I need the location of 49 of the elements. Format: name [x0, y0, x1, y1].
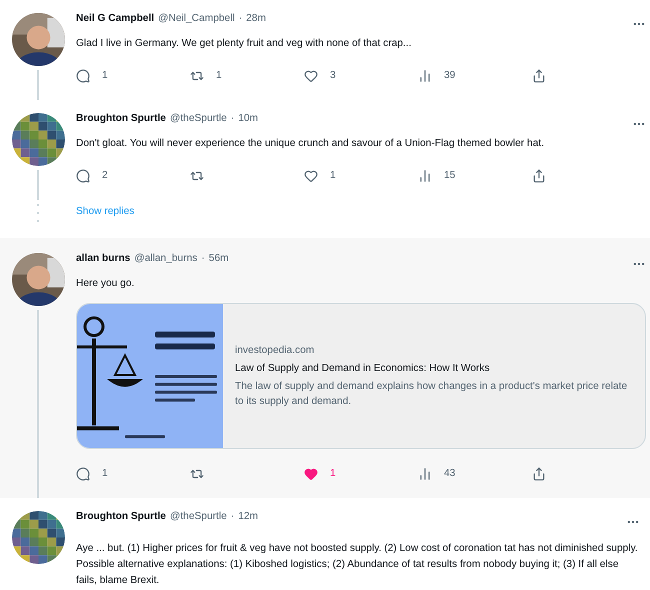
reply-button[interactable]: 1	[76, 466, 190, 482]
card-description: The law of supply and demand explains how changes in a product's market price relate to its supply and demand.	[235, 380, 628, 409]
post-text: Glad I live in Germany. We get plenty fruit and veg with none of that crap...	[76, 37, 412, 51]
share-icon	[532, 169, 546, 183]
like-button[interactable]: 3	[304, 68, 418, 84]
post-time[interactable]: 10m	[238, 111, 258, 126]
author-name[interactable]: Broughton Spurtle	[76, 111, 166, 126]
share-icon	[532, 69, 546, 83]
author-name[interactable]: Broughton Spurtle	[76, 509, 166, 524]
card-domain: investopedia.com	[235, 344, 316, 358]
views-button[interactable]: 39	[418, 68, 532, 84]
separator-dot: ·	[238, 12, 242, 26]
share-icon	[532, 467, 546, 481]
reply-icon	[76, 69, 90, 83]
author-handle[interactable]: @theSpurtle	[170, 111, 227, 126]
author-name[interactable]: Neil G Campbell	[76, 11, 154, 26]
reply-icon	[76, 169, 90, 183]
post-time[interactable]: 28m	[246, 11, 266, 26]
author-handle[interactable]: @Neil_Campbell	[158, 11, 235, 26]
repost-icon	[190, 169, 204, 183]
link-card[interactable]: investopedia.com Law of Supply and Demand in Economics: How It Works The law of supply and demand explains how changes in a product's market price relate to its supply and demand.	[76, 303, 646, 449]
card-title: Law of Supply and Demand in Economics: How It Works	[235, 362, 491, 376]
views-icon	[418, 467, 432, 481]
author-handle[interactable]: @allan_burns	[134, 251, 198, 266]
post-time[interactable]: 12m	[238, 509, 258, 524]
author-name[interactable]: allan burns	[76, 251, 130, 266]
post-text: Don't gloat. You will never experience the unique crunch and savour of a Union-Flag themed bowler hat.	[76, 137, 546, 151]
views-icon	[418, 169, 432, 183]
heart-icon	[304, 169, 318, 183]
reply-icon	[76, 467, 90, 481]
post-text: Aye ... but. (1) Higher prices for fruit & veg have not boosted supply. (2) Low cost of coronation tat has not diminished supply. Possible alternative explanations: (1) Kiboshed logistics; (2) Abundance of tat results from nobody buying it; (3) If all else fails, blame Brexit.	[76, 542, 639, 588]
separator-dot: ·	[230, 510, 234, 524]
views-button[interactable]: 15	[418, 168, 532, 184]
heart-icon	[304, 467, 318, 481]
separator-dot: ·	[201, 252, 205, 266]
author-handle[interactable]: @theSpurtle	[170, 509, 227, 524]
post-time[interactable]: 56m	[208, 251, 229, 266]
like-button[interactable]: 1	[304, 168, 418, 184]
views-icon	[418, 69, 432, 83]
reply-button[interactable]: 1	[76, 68, 190, 84]
repost-button[interactable]: 1	[190, 68, 304, 84]
separator-dot: ·	[230, 112, 234, 126]
reply-button[interactable]: 2	[76, 168, 190, 184]
post-text: Here you go.	[76, 277, 136, 291]
views-button[interactable]: 43	[418, 466, 532, 482]
like-button[interactable]: 1	[304, 466, 418, 482]
repost-icon	[190, 69, 204, 83]
repost-icon	[190, 467, 204, 481]
heart-icon	[304, 69, 318, 83]
